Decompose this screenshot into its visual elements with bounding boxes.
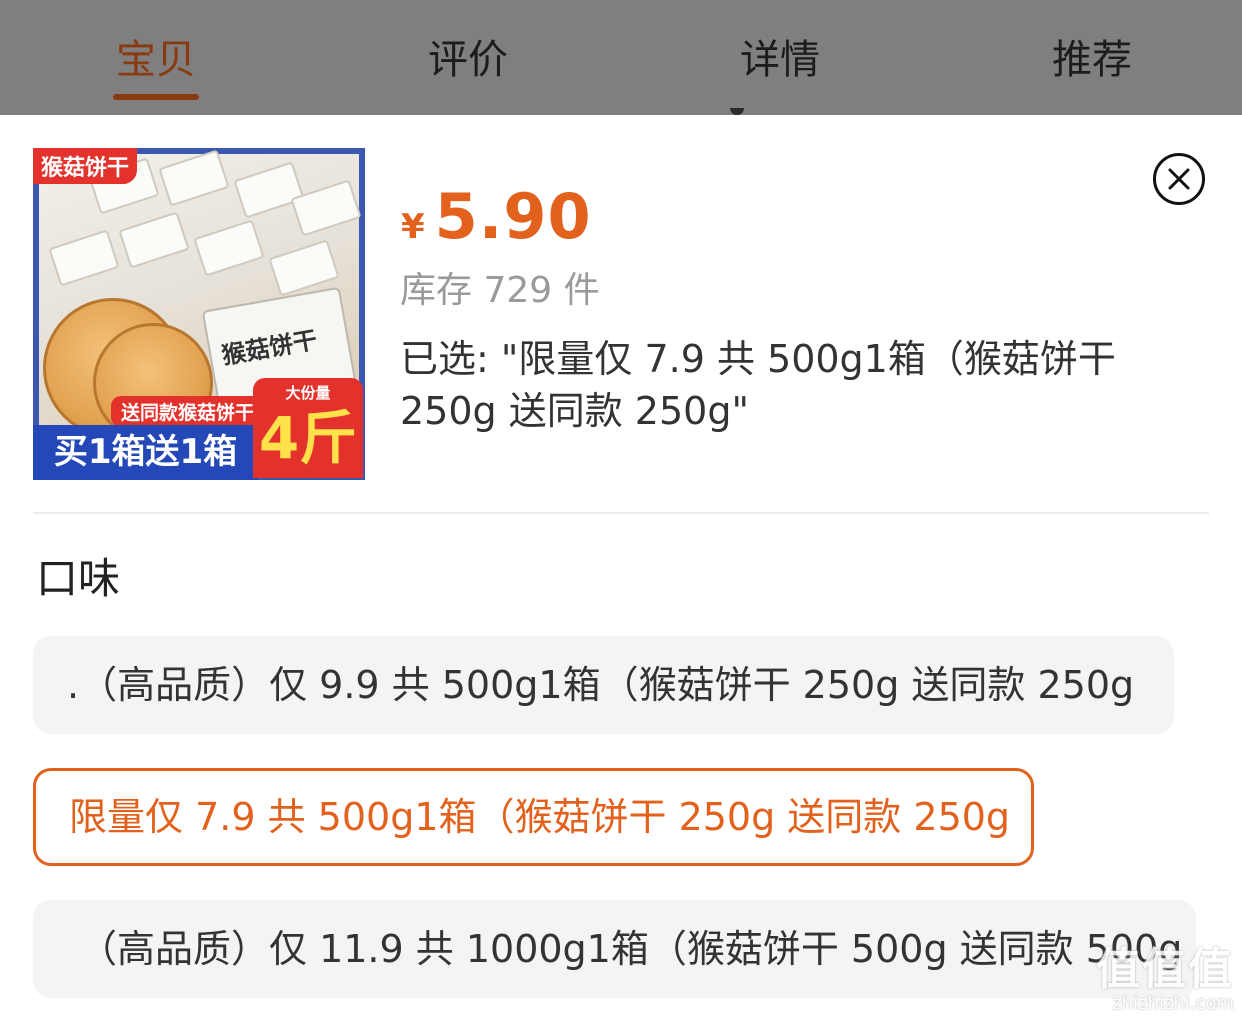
- overlay-dot: [730, 108, 744, 115]
- thumbnail-ribbon: 送同款猴菇饼干: [111, 396, 265, 427]
- badge-small-text: 大份量: [285, 384, 331, 402]
- tab-details[interactable]: 详情: [700, 32, 860, 88]
- product-thumbnail[interactable]: 猴菇饼干 猴菇饼干 送同款猴菇饼干 买1箱送1箱 大份量 4斤: [33, 148, 365, 480]
- spec-option[interactable]: （高品质）仅 11.9 共 1000g1箱（猴菇饼干 500g 送同款 500g: [33, 900, 1196, 998]
- price-value: 5.90: [434, 180, 592, 253]
- active-tab-indicator: [113, 94, 199, 100]
- badge-big-text: 4斤: [258, 404, 358, 472]
- tab-recommend[interactable]: 推荐: [1012, 32, 1172, 88]
- spec-option-selected[interactable]: 限量仅 7.9 共 500g1箱（猴菇饼干 250g 送同款 250g: [33, 768, 1034, 866]
- selected-spec: 已选: "限量仅 7.9 共 500g1箱（猴菇饼干 250g 送同款 250g…: [400, 337, 1116, 433]
- watermark: 值值值 zhizhizhi.com: [1096, 946, 1234, 1014]
- currency-symbol: ¥: [401, 207, 425, 247]
- close-icon[interactable]: [1153, 153, 1205, 205]
- tab-bar: 宝贝 评价 详情 推荐: [0, 0, 1242, 115]
- price: ¥ 5.90: [401, 180, 592, 253]
- tab-baobei[interactable]: 宝贝: [76, 32, 236, 88]
- divider: [33, 512, 1209, 514]
- thumbnail-banner: 买1箱送1箱: [33, 425, 258, 480]
- tab-reviews[interactable]: 评价: [388, 32, 548, 88]
- thumbnail-tag: 猴菇饼干: [33, 148, 138, 184]
- thumbnail-badge: 大份量 4斤: [253, 378, 363, 478]
- sku-sheet: 猴菇饼干 猴菇饼干 送同款猴菇饼干 买1箱送1箱 大份量 4斤 ¥ 5.90 库…: [0, 115, 1242, 1022]
- spec-title: 口味: [36, 554, 121, 603]
- watermark-url: zhizhizhi.com: [1112, 993, 1234, 1014]
- spec-option[interactable]: .（高品质）仅 9.9 共 500g1箱（猴菇饼干 250g 送同款 250g: [33, 636, 1174, 734]
- watermark-logo: 值值值: [1096, 944, 1234, 995]
- stock-count: 库存 729 件: [400, 270, 600, 311]
